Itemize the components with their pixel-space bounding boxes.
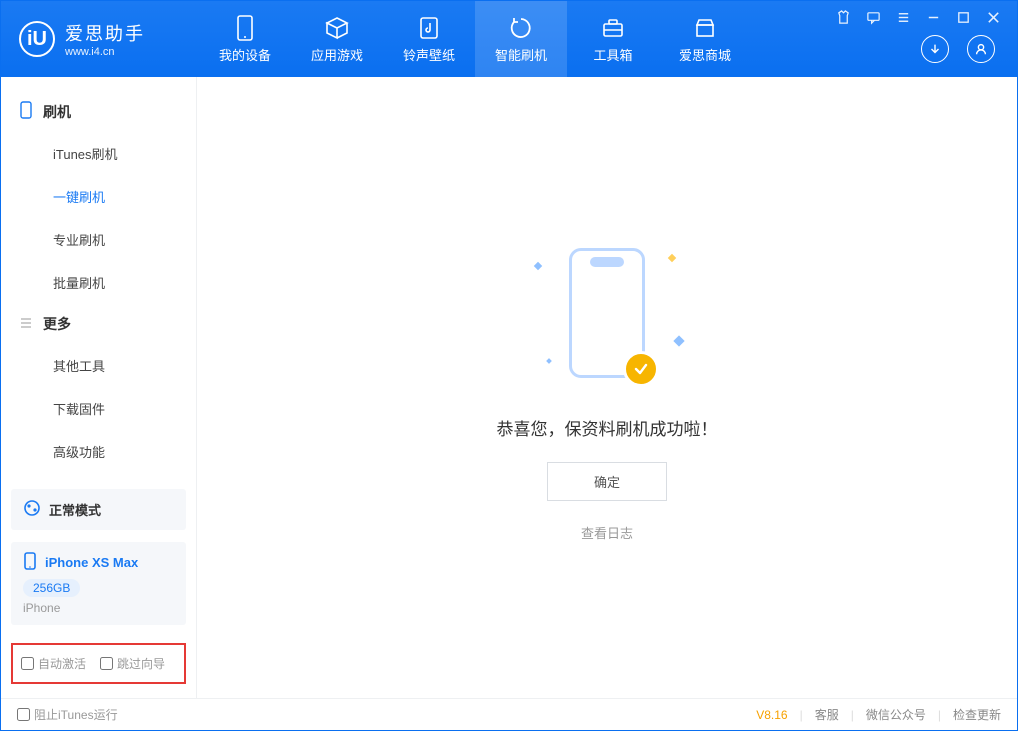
- minimize-button[interactable]: [925, 9, 941, 25]
- sparkle-icon: [668, 254, 676, 262]
- separator: |: [851, 708, 854, 722]
- tab-toolbox[interactable]: 工具箱: [567, 1, 659, 77]
- success-illustration: [517, 233, 697, 393]
- tab-ringtones-wallpapers[interactable]: 铃声壁纸: [383, 1, 475, 77]
- device-capacity: 256GB: [23, 579, 80, 597]
- body-row: 刷机 iTunes刷机 一键刷机 专业刷机 批量刷机 更多 其他工具 下载固件 …: [1, 77, 1017, 698]
- sidebar-item-itunes-flash[interactable]: iTunes刷机: [1, 132, 196, 175]
- logo-area: iU 爱思助手 www.i4.cn: [19, 20, 199, 58]
- check-badge-icon: [623, 351, 659, 387]
- wechat-link[interactable]: 微信公众号: [866, 706, 926, 723]
- shirt-icon[interactable]: [835, 9, 851, 25]
- list-icon: [19, 316, 33, 333]
- block-itunes-checkbox[interactable]: 阻止iTunes运行: [17, 706, 118, 723]
- store-icon: [692, 15, 718, 41]
- block-itunes-label: 阻止iTunes运行: [34, 706, 118, 723]
- tab-label: 我的设备: [219, 45, 271, 64]
- sidebar-options-highlight: 自动激活 跳过向导: [11, 643, 186, 684]
- account-button[interactable]: [967, 35, 995, 63]
- auto-activate-input[interactable]: [21, 657, 34, 670]
- music-file-icon: [416, 15, 442, 41]
- cube-icon: [324, 15, 350, 41]
- device-mode-panel[interactable]: 正常模式: [11, 489, 186, 530]
- tab-label: 工具箱: [593, 45, 632, 64]
- auto-activate-checkbox[interactable]: 自动激活: [21, 655, 86, 672]
- brand-site: www.i4.cn: [65, 46, 145, 58]
- sparkle-icon: [534, 262, 542, 270]
- separator: |: [938, 708, 941, 722]
- logo-icon: iU: [19, 21, 55, 57]
- nav-tabs: 我的设备 应用游戏 铃声壁纸 智能刷机 工具箱 爱思商城: [199, 1, 751, 77]
- ok-button[interactable]: 确定: [547, 462, 667, 501]
- sidebar: 刷机 iTunes刷机 一键刷机 专业刷机 批量刷机 更多 其他工具 下载固件 …: [1, 77, 197, 698]
- sidebar-item-other-tools[interactable]: 其他工具: [1, 344, 196, 387]
- tab-label: 爱思商城: [679, 45, 731, 64]
- phone-outline-icon: [19, 101, 33, 122]
- sidebar-group-flash: 刷机: [1, 91, 196, 132]
- download-button[interactable]: [921, 35, 949, 63]
- separator: |: [800, 708, 803, 722]
- sidebar-item-advanced[interactable]: 高级功能: [1, 430, 196, 473]
- group-title: 刷机: [43, 102, 71, 122]
- success-message: 恭喜您，保资料刷机成功啦！: [497, 415, 718, 440]
- version-label: V8.16: [756, 708, 787, 722]
- mode-label: 正常模式: [49, 500, 101, 519]
- tab-label: 应用游戏: [311, 45, 363, 64]
- block-itunes-input[interactable]: [17, 708, 30, 721]
- check-update-link[interactable]: 检查更新: [953, 706, 1001, 723]
- sidebar-item-batch-flash[interactable]: 批量刷机: [1, 261, 196, 304]
- sidebar-item-oneclick-flash[interactable]: 一键刷机: [1, 175, 196, 218]
- close-button[interactable]: [985, 9, 1001, 25]
- sidebar-scroll: 刷机 iTunes刷机 一键刷机 专业刷机 批量刷机 更多 其他工具 下载固件 …: [1, 77, 196, 483]
- tab-store[interactable]: 爱思商城: [659, 1, 751, 77]
- skip-wizard-label: 跳过向导: [117, 655, 165, 672]
- mode-icon: [23, 499, 41, 520]
- brand-name: 爱思助手: [65, 20, 145, 46]
- tab-label: 智能刷机: [495, 45, 547, 64]
- skip-wizard-input[interactable]: [100, 657, 113, 670]
- maximize-button[interactable]: [955, 9, 971, 25]
- titlebar: iU 爱思助手 www.i4.cn 我的设备 应用游戏 铃声壁纸 智能刷机: [1, 1, 1017, 77]
- main-content: 恭喜您，保资料刷机成功啦！ 确定 查看日志: [197, 77, 1017, 698]
- tab-label: 铃声壁纸: [403, 45, 455, 64]
- device-name: iPhone XS Max: [45, 555, 138, 570]
- sparkle-icon: [546, 358, 552, 364]
- phone-blue-icon: [23, 552, 37, 573]
- menu-icon[interactable]: [895, 9, 911, 25]
- tab-my-device[interactable]: 我的设备: [199, 1, 291, 77]
- tab-smart-flash[interactable]: 智能刷机: [475, 1, 567, 77]
- sidebar-group-more: 更多: [1, 304, 196, 344]
- group-title: 更多: [43, 314, 71, 334]
- auto-activate-label: 自动激活: [38, 655, 86, 672]
- sidebar-item-pro-flash[interactable]: 专业刷机: [1, 218, 196, 261]
- logo-text: 爱思助手 www.i4.cn: [65, 20, 145, 58]
- window-controls: [831, 1, 1005, 77]
- skip-wizard-checkbox[interactable]: 跳过向导: [100, 655, 165, 672]
- view-log-link[interactable]: 查看日志: [581, 523, 633, 542]
- sparkle-icon: [673, 335, 684, 346]
- statusbar: 阻止iTunes运行 V8.16 | 客服 | 微信公众号 | 检查更新: [1, 698, 1017, 730]
- toolbox-icon: [600, 15, 626, 41]
- support-link[interactable]: 客服: [815, 706, 839, 723]
- sidebar-item-download-firmware[interactable]: 下载固件: [1, 387, 196, 430]
- device-type: iPhone: [23, 601, 174, 615]
- feedback-icon[interactable]: [865, 9, 881, 25]
- app-window: iU 爱思助手 www.i4.cn 我的设备 应用游戏 铃声壁纸 智能刷机: [0, 0, 1018, 731]
- tab-apps-games[interactable]: 应用游戏: [291, 1, 383, 77]
- device-panel[interactable]: iPhone XS Max 256GB iPhone: [11, 542, 186, 625]
- device-icon: [232, 15, 258, 41]
- refresh-shield-icon: [508, 15, 534, 41]
